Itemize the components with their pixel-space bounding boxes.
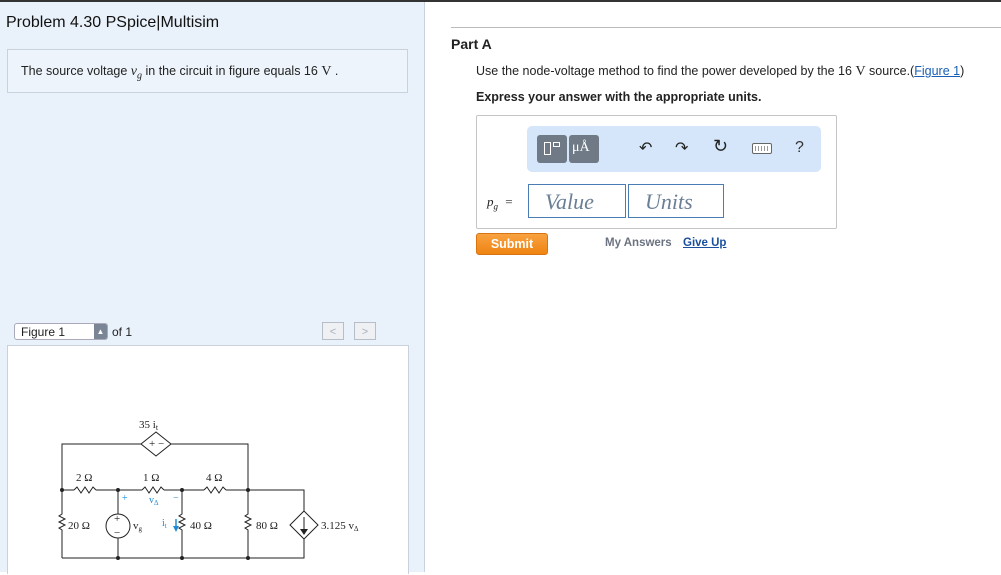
statement-text: The source voltage vg in the circuit in … <box>21 64 338 82</box>
vdelta-minus: − <box>173 493 179 504</box>
statement-suffix: . <box>334 64 339 78</box>
vg-sub: g <box>139 525 143 533</box>
math-toolbar: μÅ ↶ ↷ ↻ ? <box>527 126 821 172</box>
figure-select-label: Figure 1 <box>21 325 66 339</box>
r2-label: 2 Ω <box>76 472 92 484</box>
prev-figure-button[interactable]: < <box>322 322 344 340</box>
part-divider <box>451 27 1001 28</box>
units-button[interactable]: μÅ <box>569 135 599 163</box>
dep-vsrc-label: 35 it <box>139 419 159 432</box>
current-arrow-head-icon <box>300 529 308 535</box>
answer-var-sub: g <box>493 201 499 212</box>
statement-var-sub: g <box>137 70 143 82</box>
keyboard-icon[interactable] <box>752 143 772 154</box>
dep-vsrc-polarity: + − <box>149 438 164 450</box>
templates-icon-part <box>553 142 560 147</box>
redo-icon[interactable]: ↷ <box>675 138 688 158</box>
dep-isrc-label: 3.125 vΔ <box>321 520 359 533</box>
vdelta-label: vΔ <box>149 495 159 507</box>
figure-count: of 1 <box>112 325 133 339</box>
units-mu-a-icon: μÅ <box>572 140 590 155</box>
help-icon[interactable]: ? <box>795 139 804 157</box>
value-input[interactable]: Value <box>528 184 626 218</box>
wire-top-left <box>61 443 141 490</box>
resistor-1-icon <box>141 486 165 494</box>
figure-link[interactable]: Figure 1 <box>914 64 960 78</box>
templates-button[interactable] <box>537 135 567 163</box>
chevron-right-icon: > <box>361 326 369 338</box>
question-unit: V <box>855 64 866 79</box>
vdelta-plus: + <box>122 493 128 504</box>
node-dot <box>116 556 120 560</box>
chevron-left-icon: < <box>329 326 337 338</box>
r80-label: 80 Ω <box>256 520 278 532</box>
figure-navigator: Figure 1 ▲ of 1 < > <box>7 320 409 346</box>
units-instruction: Express your answer with the appropriate… <box>476 90 762 104</box>
resistor-80-icon <box>243 490 253 558</box>
question-suffix: source. <box>869 64 911 78</box>
figure-area: 35 it + − 2 Ω 1 Ω 4 Ω + vΔ − + − vg it 2… <box>7 345 409 574</box>
vg-label: vg <box>133 520 143 533</box>
node-dot <box>180 488 184 492</box>
r40-label: 40 Ω <box>190 520 212 532</box>
r20-label: 20 Ω <box>68 520 90 532</box>
it-label: it <box>162 518 167 530</box>
next-figure-button[interactable]: > <box>354 322 376 340</box>
statement-middle: in the circuit in figure equals 16 <box>145 64 318 78</box>
statement-prefix: The source voltage <box>21 64 128 78</box>
problem-panel: Problem 4.30 PSpice|Multisim The source … <box>0 2 425 574</box>
r1-label: 1 Ω <box>143 472 159 484</box>
vdelta-sub: Δ <box>154 499 159 507</box>
submit-button[interactable]: Submit <box>476 233 548 255</box>
r4-label: 4 Ω <box>206 472 222 484</box>
units-input[interactable]: Units <box>628 184 724 218</box>
node-dot <box>180 556 184 560</box>
node-dot <box>60 488 64 492</box>
statement-unit: V <box>321 64 332 79</box>
part-label: Part A <box>451 36 492 52</box>
figure-select[interactable]: Figure 1 ▲ <box>14 323 108 340</box>
dep-vsrc-sub: t <box>156 423 159 432</box>
resistor-4-icon <box>203 486 227 494</box>
vg-minus: − <box>114 527 120 539</box>
question-text: Use the node-voltage method to find the … <box>476 64 964 80</box>
resistor-20-icon <box>57 490 67 558</box>
node-dot <box>116 488 120 492</box>
vg-plus: + <box>114 513 120 525</box>
undo-icon[interactable]: ↶ <box>639 138 652 158</box>
node-dot <box>246 488 250 492</box>
problem-statement: The source voltage vg in the circuit in … <box>7 49 408 93</box>
wire-bottom <box>62 539 305 559</box>
dep-vsrc-text: 35 i <box>139 419 156 431</box>
my-answers-link[interactable]: My Answers <box>605 237 672 249</box>
answer-box: μÅ ↶ ↷ ↻ ? pg = Value Units <box>476 115 837 229</box>
paren-close: ) <box>960 64 965 78</box>
templates-icon <box>544 142 551 155</box>
answer-equals: = <box>505 194 513 209</box>
resistor-2-icon <box>73 486 97 494</box>
it-sub: t <box>165 522 167 530</box>
resistor-40-icon <box>177 490 187 558</box>
current-it-arrowhead-icon <box>173 526 179 532</box>
give-up-link[interactable]: Give Up <box>683 237 726 249</box>
question-prefix: Use the node-voltage method to find the … <box>476 64 852 78</box>
circuit-diagram: 35 it + − 2 Ω 1 Ω 4 Ω + vΔ − + − vg it 2… <box>57 419 359 560</box>
dep-isrc-text: 3.125 v <box>321 520 355 532</box>
select-arrows-icon: ▲ <box>94 324 107 339</box>
problem-title: Problem 4.30 PSpice|Multisim <box>6 14 220 31</box>
wire-d <box>226 489 305 511</box>
reset-icon[interactable]: ↻ <box>713 136 728 157</box>
node-dot <box>246 556 250 560</box>
answer-variable: pg = <box>487 194 513 212</box>
dep-isrc-sub: Δ <box>354 525 359 533</box>
